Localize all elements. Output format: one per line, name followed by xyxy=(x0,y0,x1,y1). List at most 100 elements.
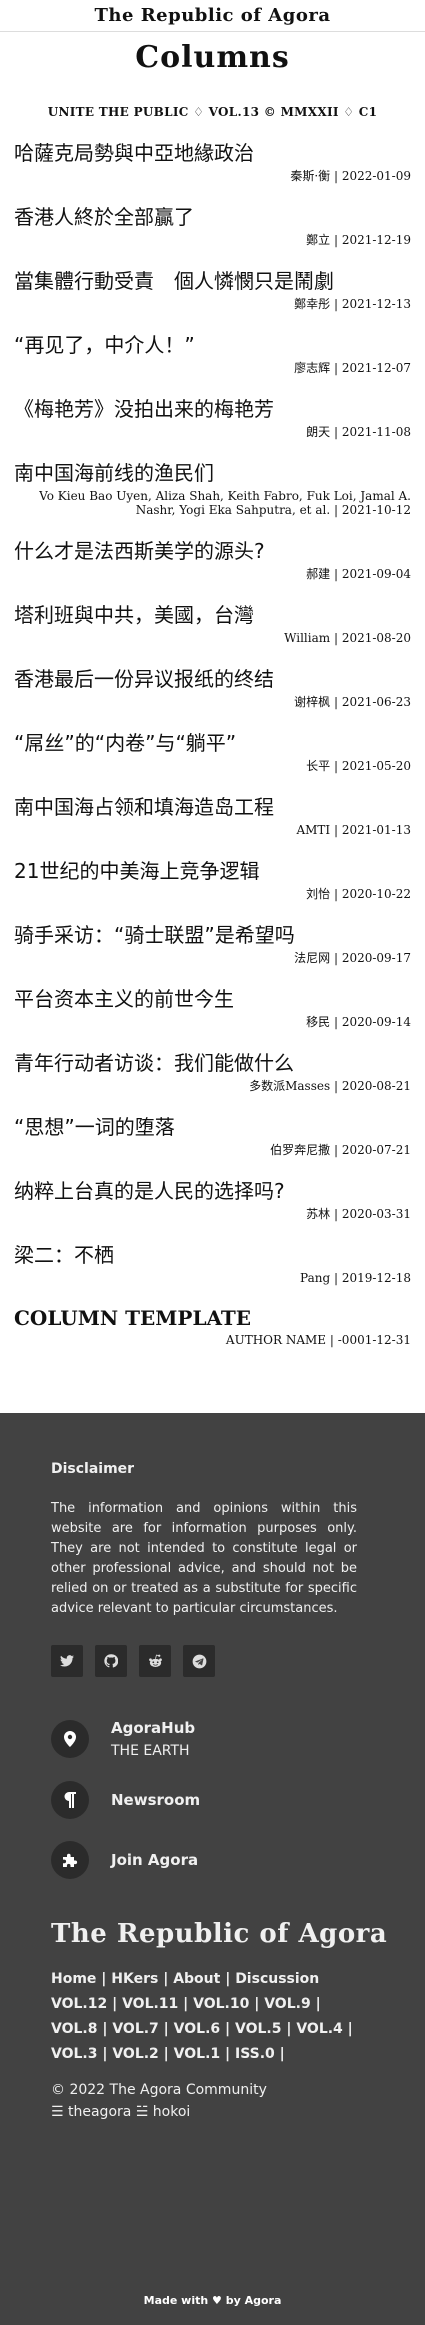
article-title[interactable]: “再见了，中介人！” xyxy=(14,331,411,359)
article-item[interactable]: 香港最后一份异议报纸的终结 谢梓枫 | 2021-06-23 xyxy=(14,665,411,709)
article-item[interactable]: 梁二：不栖 Pang | 2019-12-18 xyxy=(14,1241,411,1285)
link-agorahub[interactable]: AgoraHub THE EARTH xyxy=(51,1719,425,1759)
article-meta: 移民 | 2020-09-14 xyxy=(306,1015,411,1029)
reddit-icon[interactable] xyxy=(139,1645,171,1677)
github-icon[interactable] xyxy=(95,1645,127,1677)
site-brand[interactable]: The Republic of Agora xyxy=(95,5,331,26)
article-date: 2021-12-19 xyxy=(341,233,411,247)
article-date: 2021-06-23 xyxy=(341,695,411,709)
article-title[interactable]: 21世纪的中美海上竞争逻辑 xyxy=(14,857,411,885)
article-meta: 法尼网 | 2020-09-17 xyxy=(294,951,411,965)
article-item[interactable]: 塔利班與中共，美國，台灣 William | 2021-08-20 xyxy=(14,601,411,645)
article-author: 移民 xyxy=(306,1015,331,1029)
disclaimer-text: The information and opinions within this… xyxy=(51,1501,357,1616)
article-meta: 鄭立 | 2021-12-19 xyxy=(306,233,411,247)
article-title[interactable]: 南中国海占领和填海造岛工程 xyxy=(14,793,411,821)
article-author: 廖志辉 xyxy=(294,361,331,375)
footer: Disclaimer The information and opinions … xyxy=(0,1413,425,2325)
article-title[interactable]: 哈薩克局勢與中亞地緣政治 xyxy=(14,139,411,167)
article-date: 2021-11-08 xyxy=(341,425,411,439)
article-item[interactable]: “再见了，中介人！” 廖志辉 | 2021-12-07 xyxy=(14,331,411,375)
article-title[interactable]: 平台资本主义的前世今生 xyxy=(14,985,411,1013)
article-item[interactable]: 什么才是法西斯美学的源头? 郝建 | 2021-09-04 xyxy=(14,537,411,581)
article-meta: AMTI | 2021-01-13 xyxy=(296,823,411,837)
article-meta: 廖志辉 | 2021-12-07 xyxy=(294,361,411,375)
article-date: 2020-08-21 xyxy=(341,1079,411,1093)
nav-line-volumes[interactable]: VOL.8 | VOL.7 | VOL.6 | VOL.5 | VOL.4 | xyxy=(51,2017,381,2042)
article-meta: 多数派Masses | 2020-08-21 xyxy=(249,1079,411,1093)
article-title[interactable]: 青年行动者访谈：我们能做什么 xyxy=(14,1049,411,1077)
article-title[interactable]: 梁二：不栖 xyxy=(14,1241,411,1269)
footer-brand[interactable]: The Republic of Agora xyxy=(51,1919,425,1949)
link-subtitle: THE EARTH xyxy=(111,1743,190,1759)
article-title[interactable]: “屌丝”的“内卷”与“躺平” xyxy=(14,729,411,757)
article-title[interactable]: 當集體行動受責 個人憐憫只是鬧劇 xyxy=(14,267,411,295)
article-title[interactable]: 南中国海前线的渔民们 xyxy=(14,459,411,487)
article-meta: Vo Kieu Bao Uyen, Aliza Shah, Keith Fabr… xyxy=(39,489,411,517)
article-date: 2021-01-13 xyxy=(341,823,411,837)
article-title[interactable]: 《梅艳芳》没拍出来的梅艳芳 xyxy=(14,395,411,423)
twitter-icon[interactable] xyxy=(51,1645,83,1677)
article-item[interactable]: 哈薩克局勢與中亞地緣政治 秦斯·衡 | 2022-01-09 xyxy=(14,139,411,183)
article-title[interactable]: “思想”一词的堕落 xyxy=(14,1113,411,1141)
article-title[interactable]: 塔利班與中共，美國，台灣 xyxy=(14,601,411,629)
article-title[interactable]: 纳粹上台真的是人民的选择吗? xyxy=(14,1177,411,1205)
article-author: AMTI xyxy=(296,823,331,837)
article-meta: William | 2021-08-20 xyxy=(284,631,411,645)
template-article[interactable]: COLUMN TEMPLATE AUTHOR NAME | -0001-12-31 xyxy=(14,1305,411,1347)
article-item[interactable]: “屌丝”的“内卷”与“躺平” 长平 | 2021-05-20 xyxy=(14,729,411,773)
article-meta: Pang | 2019-12-18 xyxy=(300,1271,411,1285)
article-author: 鄭立 xyxy=(306,233,331,247)
article-author: 郝建 xyxy=(306,567,331,581)
article-date: 2019-12-18 xyxy=(341,1271,411,1285)
article-date: 2021-12-13 xyxy=(341,297,411,311)
article-date: 2021-09-04 xyxy=(341,567,411,581)
template-title[interactable]: COLUMN TEMPLATE xyxy=(14,1305,411,1331)
article-title[interactable]: 香港最后一份异议报纸的终结 xyxy=(14,665,411,693)
article-author: William xyxy=(284,631,331,645)
article-author: 鄭幸彤 xyxy=(294,297,331,311)
link-title: Join Agora xyxy=(111,1851,199,1869)
article-author: 朗天 xyxy=(306,425,331,439)
article-meta: 长平 | 2021-05-20 xyxy=(306,759,411,773)
article-author: 谢梓枫 xyxy=(294,695,331,709)
paragraph-icon xyxy=(51,1781,89,1819)
article-date: -0001-12-31 xyxy=(337,1333,411,1347)
social-handles[interactable]: ☰ theagora ☱ hokoi xyxy=(51,2101,425,2123)
nav-line-volumes[interactable]: VOL.3 | VOL.2 | VOL.1 | ISS.0 | xyxy=(51,2042,381,2067)
article-author: 法尼网 xyxy=(294,951,331,965)
article-item[interactable]: 當集體行動受責 個人憐憫只是鬧劇鄭幸彤 | 2021-12-13 xyxy=(14,267,411,311)
article-item[interactable]: 香港人終於全部贏了鄭立 | 2021-12-19 xyxy=(14,203,411,247)
article-item[interactable]: 骑手采访：“骑士联盟”是希望吗法尼网 | 2020-09-17 xyxy=(14,921,411,965)
link-title: AgoraHub xyxy=(111,1719,196,1737)
article-date: 2020-09-14 xyxy=(341,1015,411,1029)
article-date: 2021-05-20 xyxy=(341,759,411,773)
article-date: 2021-08-20 xyxy=(341,631,411,645)
article-item[interactable]: 平台资本主义的前世今生移民 | 2020-09-14 xyxy=(14,985,411,1029)
article-meta: 朗天 | 2021-11-08 xyxy=(306,425,411,439)
article-meta: 伯罗奔尼撒 | 2020-07-21 xyxy=(270,1143,411,1157)
article-date: 2022-01-09 xyxy=(341,169,411,183)
nav-line-sections[interactable]: Home | HKers | About | Discussion xyxy=(51,1967,381,1992)
article-meta: 郝建 | 2021-09-04 xyxy=(306,567,411,581)
article-title[interactable]: 什么才是法西斯美学的源头? xyxy=(14,537,411,565)
article-list: 哈薩克局勢與中亞地緣政治 秦斯·衡 | 2022-01-09 香港人終於全部贏了鄭立… xyxy=(0,139,425,1347)
link-newsroom[interactable]: Newsroom xyxy=(51,1781,425,1819)
article-meta: 鄭幸彤 | 2021-12-13 xyxy=(294,297,411,311)
article-item[interactable]: 青年行动者访谈：我们能做什么多数派Masses | 2020-08-21 xyxy=(14,1049,411,1093)
article-date: 2020-03-31 xyxy=(341,1207,411,1221)
telegram-icon[interactable] xyxy=(183,1645,215,1677)
article-item[interactable]: 纳粹上台真的是人民的选择吗? 苏林 | 2020-03-31 xyxy=(14,1177,411,1221)
article-item[interactable]: 南中国海前线的渔民们 Vo Kieu Bao Uyen, Aliza Shah, … xyxy=(14,459,411,517)
article-item[interactable]: 21世纪的中美海上竞争逻辑 刘怡 | 2020-10-22 xyxy=(14,857,411,901)
nav-line-volumes[interactable]: VOL.12 | VOL.11 | VOL.10 | VOL.9 | xyxy=(51,1992,381,2017)
article-title[interactable]: 香港人終於全部贏了 xyxy=(14,203,411,231)
link-title: Newsroom xyxy=(111,1791,201,1809)
article-item[interactable]: “思想”一词的堕落伯罗奔尼撒 | 2020-07-21 xyxy=(14,1113,411,1157)
article-item[interactable]: 南中国海占领和填海造岛工程 AMTI | 2021-01-13 xyxy=(14,793,411,837)
footer-nav: Home | HKers | About | Discussion VOL.12… xyxy=(51,1967,381,2067)
article-title[interactable]: 骑手采访：“骑士联盟”是希望吗 xyxy=(14,921,411,949)
link-join-agora[interactable]: Join Agora xyxy=(51,1841,425,1879)
article-author: 苏林 xyxy=(306,1207,331,1221)
article-item[interactable]: 《梅艳芳》没拍出来的梅艳芳朗天 | 2021-11-08 xyxy=(14,395,411,439)
